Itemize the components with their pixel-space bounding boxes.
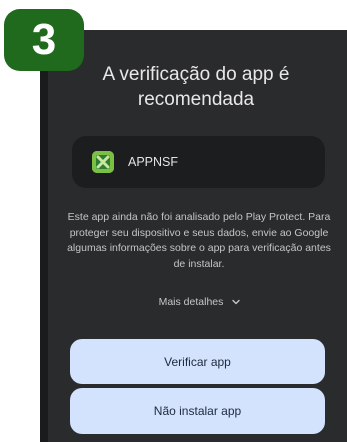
app-name: APPNSF: [128, 155, 179, 169]
dialog-title: A verificação do app é recomendada: [102, 64, 290, 110]
chevron-down-icon: [231, 297, 241, 307]
more-details-label: Mais detalhes: [158, 296, 224, 308]
app-logo-icon: [92, 151, 114, 173]
verify-app-button[interactable]: Verificar app: [70, 339, 325, 384]
more-details-link[interactable]: Mais detalhes: [140, 296, 260, 308]
app-info-card: APPNSF: [72, 136, 325, 188]
dialog-edge-shadow: [40, 60, 48, 442]
screenshot-stage: 3 A verificação do app é recomendada APP…: [0, 0, 347, 442]
dialog-description: Este app ainda não foi analisado pelo Pl…: [67, 211, 331, 270]
step-number: 3: [31, 15, 57, 64]
dont-install-button[interactable]: Não instalar app: [70, 388, 325, 434]
step-number-badge: 3: [4, 9, 84, 71]
